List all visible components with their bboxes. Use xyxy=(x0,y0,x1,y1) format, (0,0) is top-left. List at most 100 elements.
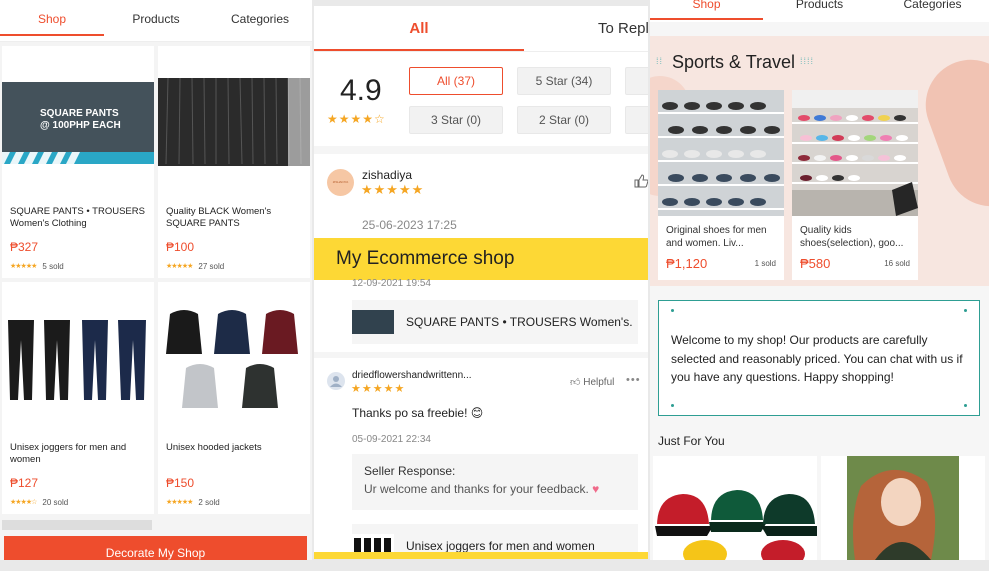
helpful-label: Helpful xyxy=(583,377,615,388)
reviewed-product[interactable]: SQUARE PANTS • TROUSERS Women's... xyxy=(352,300,638,344)
product-image xyxy=(2,282,154,432)
review-date: 25-06-2023 17:25 xyxy=(362,218,457,232)
product-rating: ★★★★☆ 20 sold xyxy=(10,498,68,507)
filter-2-star[interactable]: 2 Star (0) xyxy=(517,106,611,134)
product-price: ₱150 xyxy=(166,476,195,490)
product-image xyxy=(653,456,817,560)
product-card[interactable]: Unisex hooded jackets ₱150 ★★★★★ 2 sold xyxy=(158,282,310,514)
product-image xyxy=(658,90,784,216)
decorate-shop-button[interactable]: Decorate My Shop xyxy=(4,536,307,560)
product-image xyxy=(158,282,310,432)
product-thumbnail xyxy=(352,310,394,334)
product-image xyxy=(821,456,985,560)
shop-tab-bar: Shop Products Categories xyxy=(650,0,989,22)
product-rating: ★★★★★ 5 sold xyxy=(10,262,64,271)
product-price: ₱327 xyxy=(10,240,39,254)
sold-count: 16 sold xyxy=(884,259,910,268)
filter-3-star[interactable]: 3 Star (0) xyxy=(409,106,503,134)
seller-response-text: Ur welcome and thanks for your feedback. xyxy=(364,482,589,496)
dots-icon: ⁞⁞ xyxy=(656,56,664,66)
product-name: Unisex hooded jackets xyxy=(166,442,262,453)
shop-banner: My Ecommerce shop xyxy=(314,238,648,280)
tab-categories[interactable]: Categories xyxy=(876,0,989,22)
user-icon xyxy=(330,376,342,387)
reviewer-name: zishadiya xyxy=(362,168,413,182)
section-divider xyxy=(314,352,648,358)
tab-to-reply[interactable]: To Repl xyxy=(524,6,648,51)
product-card[interactable]: Unisex joggers for men and women ₱127 ★★… xyxy=(2,282,154,514)
filter-1-star[interactable] xyxy=(625,106,648,134)
product-price: ₱580 xyxy=(800,256,831,271)
seller-response: Seller Response: Ur welcome and thanks f… xyxy=(352,454,638,510)
product-name: Unisex joggers for men and women xyxy=(10,442,127,465)
helpful-button[interactable]: 👍︎ Helpful xyxy=(570,376,614,388)
tab-categories[interactable]: Categories xyxy=(208,0,312,42)
product-price: ₱1,120 xyxy=(666,256,708,271)
product-rating: ★★★★★ 2 sold xyxy=(166,498,220,507)
product-name: Original shoes for men and women. Liv... xyxy=(666,225,767,249)
review-tab-bar: All To Repl xyxy=(314,6,648,52)
banner-bottom-strip xyxy=(314,552,648,559)
review-stars: ★★★★★ xyxy=(361,182,425,197)
just-for-you-heading: Just For You xyxy=(658,434,725,448)
collage: Shop Products Categories SQUARE PANTS @ … xyxy=(0,0,989,571)
reviewed-product-name: SQUARE PANTS • TROUSERS Women's... xyxy=(406,315,632,329)
product-card[interactable]: Quality kids shoes(selection), goo... ₱5… xyxy=(792,90,918,280)
review-comment: Thanks po sa freebie! 😊 xyxy=(352,406,484,420)
more-options-icon[interactable]: ••• xyxy=(626,374,641,386)
shop-tab-bar: Shop Products Categories xyxy=(0,0,312,42)
heart-icon: ♥ xyxy=(592,482,600,496)
star-icons: ★★★★★ xyxy=(166,499,193,506)
star-icons: ★★★★★ xyxy=(10,263,37,270)
tab-shop[interactable]: Shop xyxy=(650,0,763,22)
reviews-panel: All To Repl 4.9 ★★★★☆ All (37) 5 Star (3… xyxy=(314,6,648,559)
reviewer-name: driedflowershandwrittenn... xyxy=(352,370,472,381)
product-card[interactable]: SQUARE PANTS @ 100PHP EACH SQUARE PANTS … xyxy=(2,46,154,278)
sold-count: 5 sold xyxy=(42,262,64,271)
corner-dot xyxy=(964,309,967,312)
product-card[interactable]: Original shoes for men and women. Liv...… xyxy=(658,90,784,280)
corner-dot xyxy=(671,404,674,407)
decor-blob xyxy=(913,47,989,219)
sold-count: 20 sold xyxy=(42,498,69,507)
sold-count: 27 sold xyxy=(198,262,225,271)
reviewed-product-name: Unisex joggers for men and women xyxy=(406,539,595,553)
reviewer-avatar: ZISHADIYA xyxy=(327,169,354,196)
section-divider xyxy=(314,146,648,154)
product-image xyxy=(792,90,918,216)
recommended-product-card[interactable] xyxy=(821,456,985,560)
average-rating: 4.9 xyxy=(340,74,382,107)
product-name: Quality BLACK Women's SQUARE PANTS xyxy=(166,206,272,229)
filter-all[interactable]: All (37) xyxy=(409,67,503,95)
product-card[interactable]: Quality BLACK Women's SQUARE PANTS ₱100 … xyxy=(158,46,310,278)
review-stars: ★★★★★ xyxy=(351,383,406,395)
product-image: SQUARE PANTS @ 100PHP EACH xyxy=(2,46,154,196)
tab-products[interactable]: Products xyxy=(763,0,876,22)
shop-home-panel: Shop Products Categories ⁞⁞ Sports & Tra… xyxy=(650,0,989,560)
corner-dot xyxy=(671,309,674,312)
product-image xyxy=(158,46,310,196)
tab-products[interactable]: Products xyxy=(104,0,208,42)
star-icons: ★★★★★ xyxy=(166,263,193,270)
shop-products-panel: Shop Products Categories SQUARE PANTS @ … xyxy=(0,0,312,560)
star-icons: ★★★★☆ xyxy=(10,499,37,506)
thumbs-up-icon[interactable] xyxy=(634,174,648,188)
product-name: Quality kids shoes(selection), goo... xyxy=(800,225,904,249)
product-rating: ★★★★★ 27 sold xyxy=(166,262,224,271)
filter-4-star[interactable] xyxy=(625,67,648,95)
dots-icon: ⁞⁞⁞⁞ xyxy=(800,56,815,66)
tab-shop[interactable]: Shop xyxy=(0,0,104,42)
seller-response-heading: Seller Response: xyxy=(364,464,456,478)
recommended-product-card[interactable] xyxy=(653,456,817,560)
banner-line-1: SQUARE PANTS xyxy=(40,108,119,119)
thumbs-up-icon: 👍︎ xyxy=(570,377,581,388)
seller-response-body: Ur welcome and thanks for your feedback.… xyxy=(364,482,626,496)
next-card-preview xyxy=(2,520,152,530)
banner-line-2: @ 100PHP EACH xyxy=(40,120,121,131)
average-rating-stars: ★★★★☆ xyxy=(327,112,386,126)
section-title: Sports & Travel xyxy=(672,52,796,72)
review-product-date: 12-09-2021 19:54 xyxy=(352,278,431,289)
welcome-text: Welcome to my shop! Our products are car… xyxy=(671,333,963,384)
filter-5-star[interactable]: 5 Star (34) xyxy=(517,67,611,95)
tab-all-reviews[interactable]: All xyxy=(314,6,524,51)
